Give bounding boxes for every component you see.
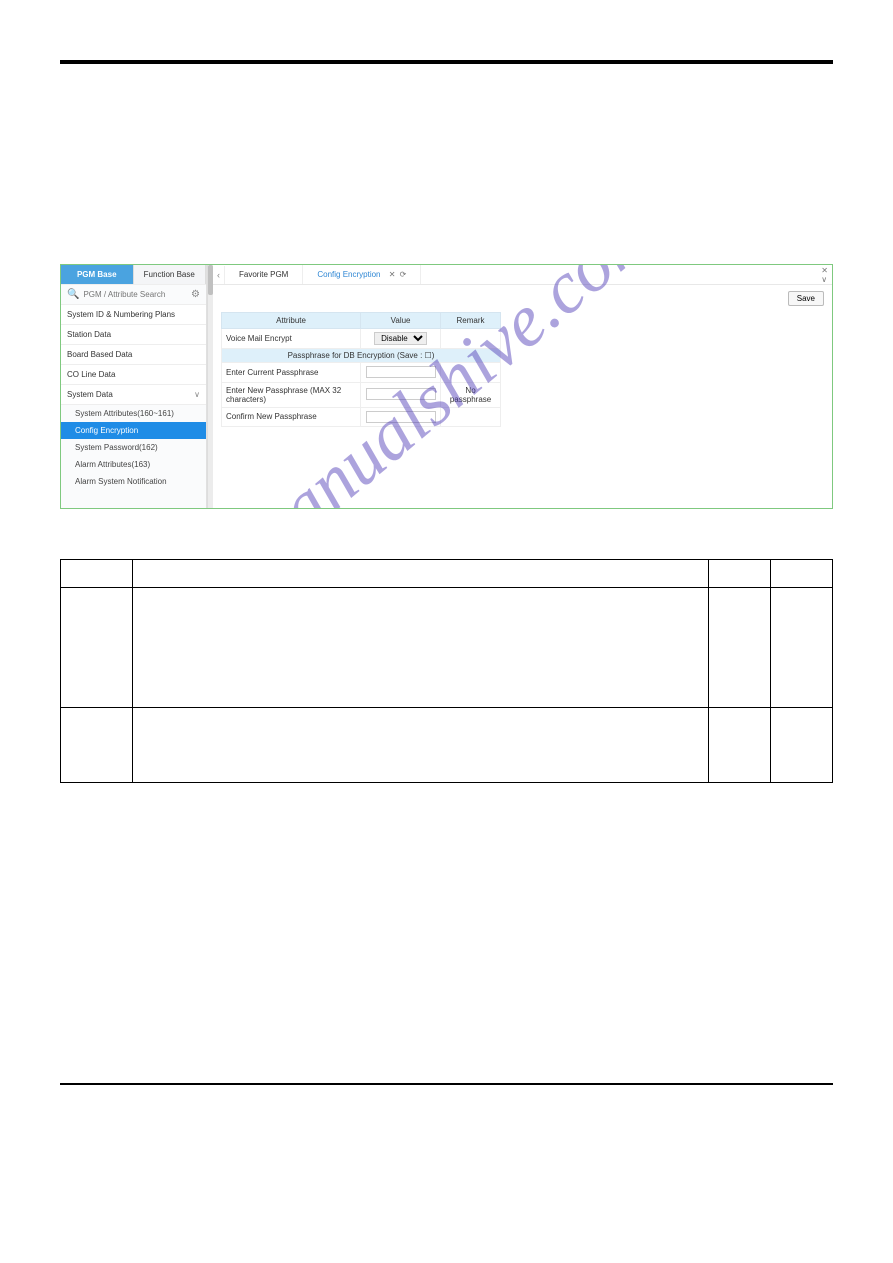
sidebar-sub-system-password[interactable]: System Password(162) bbox=[61, 439, 206, 456]
current-passphrase-input[interactable] bbox=[366, 366, 436, 378]
save-button[interactable]: Save bbox=[788, 291, 824, 306]
doc-th-1 bbox=[61, 560, 133, 588]
doc-cell bbox=[709, 708, 771, 783]
sidebar-item-system-data[interactable]: System Data bbox=[61, 385, 206, 405]
col-remark: Remark bbox=[441, 313, 501, 329]
sidebar-sub-system-attributes[interactable]: System Attributes(160~161) bbox=[61, 405, 206, 422]
row-voice-mail-encrypt-label: Voice Mail Encrypt bbox=[222, 329, 361, 349]
tab-function-base[interactable]: Function Base bbox=[134, 265, 207, 284]
gear-icon[interactable]: ⚙ bbox=[191, 289, 200, 300]
attribute-table: Attribute Value Remark Voice Mail Encryp… bbox=[221, 312, 501, 427]
doc-th-4 bbox=[771, 560, 833, 588]
doc-th-3 bbox=[709, 560, 771, 588]
doc-cell bbox=[771, 708, 833, 783]
main-tab-bar: ‹ Favorite PGM Config Encryption ✕ ⟳ ✕ ∨ bbox=[213, 265, 832, 285]
tab-config-encryption[interactable]: Config Encryption ✕ ⟳ bbox=[303, 265, 421, 284]
col-attribute: Attribute bbox=[222, 313, 361, 329]
panel-collapse-icon[interactable]: ∨ bbox=[821, 276, 828, 284]
doc-cell bbox=[709, 588, 771, 708]
sidebar-item-system-id[interactable]: System ID & Numbering Plans bbox=[61, 305, 206, 325]
doc-th-2 bbox=[133, 560, 709, 588]
sidebar-tab-row: PGM Base Function Base bbox=[61, 265, 206, 284]
row-new-passphrase-label: Enter New Passphrase (MAX 32 characters) bbox=[222, 382, 361, 407]
sidebar-item-co-line[interactable]: CO Line Data bbox=[61, 365, 206, 385]
sidebar-search: 🔍 ⚙ bbox=[61, 284, 206, 305]
table-row bbox=[61, 708, 833, 783]
sidebar-item-station-data[interactable]: Station Data bbox=[61, 325, 206, 345]
tab-prev-icon[interactable]: ‹ bbox=[213, 266, 225, 284]
sidebar: PGM Base Function Base 🔍 ⚙ System ID & N… bbox=[61, 265, 207, 508]
doc-cell bbox=[133, 588, 709, 708]
page-footer-divider bbox=[60, 1083, 833, 1085]
row-confirm-passphrase-label: Confirm New Passphrase bbox=[222, 407, 361, 427]
table-row bbox=[61, 588, 833, 708]
sidebar-sub-alarm-attributes[interactable]: Alarm Attributes(163) bbox=[61, 456, 206, 473]
voice-mail-encrypt-select[interactable]: Disable bbox=[374, 332, 427, 345]
tab-favorite-pgm[interactable]: Favorite PGM bbox=[225, 265, 303, 284]
row-new-passphrase-remark: No passphrase bbox=[441, 382, 501, 407]
row-voice-mail-remark bbox=[441, 329, 501, 349]
search-icon: 🔍 bbox=[67, 289, 79, 300]
search-input[interactable] bbox=[83, 290, 187, 299]
tab-config-label: Config Encryption bbox=[317, 270, 380, 279]
reload-icon[interactable]: ⟳ bbox=[400, 270, 407, 279]
sidebar-sub-alarm-notification[interactable]: Alarm System Notification bbox=[61, 473, 206, 490]
doc-cell bbox=[61, 708, 133, 783]
row-current-passphrase-label: Enter Current Passphrase bbox=[222, 363, 361, 383]
page-header-divider bbox=[60, 60, 833, 64]
db-encryption-section-header: Passphrase for DB Encryption (Save : ☐) bbox=[222, 349, 501, 363]
main-panel: ‹ Favorite PGM Config Encryption ✕ ⟳ ✕ ∨… bbox=[213, 265, 832, 508]
panel-close-icon[interactable]: ✕ bbox=[821, 267, 828, 275]
doc-cell bbox=[133, 708, 709, 783]
close-icon[interactable]: ✕ bbox=[389, 270, 396, 279]
doc-cell bbox=[61, 588, 133, 708]
sidebar-sub-config-encryption[interactable]: Config Encryption bbox=[61, 422, 206, 439]
sidebar-item-board-based[interactable]: Board Based Data bbox=[61, 345, 206, 365]
confirm-passphrase-input[interactable] bbox=[366, 411, 436, 423]
screenshot-container: manualshive.com PGM Base Function Base 🔍… bbox=[60, 264, 833, 509]
tab-pgm-base[interactable]: PGM Base bbox=[61, 265, 134, 284]
col-value: Value bbox=[361, 313, 441, 329]
doc-cell bbox=[771, 588, 833, 708]
document-table bbox=[60, 559, 833, 783]
new-passphrase-input[interactable] bbox=[366, 388, 436, 400]
